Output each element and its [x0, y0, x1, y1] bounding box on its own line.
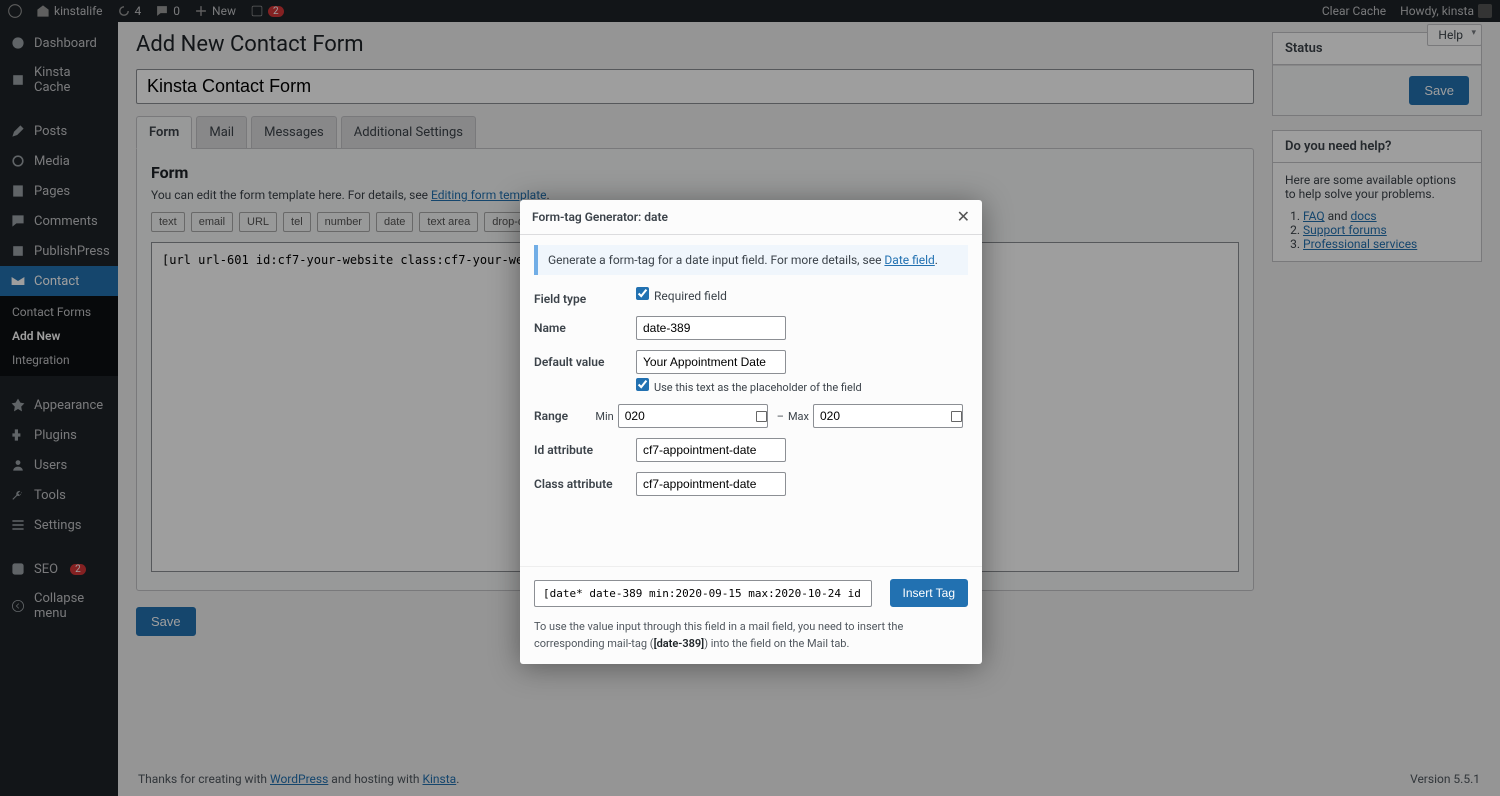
required-checkbox[interactable] — [636, 287, 649, 300]
required-text: Required field — [654, 289, 727, 303]
output-tag-input[interactable] — [534, 580, 872, 607]
date-field-link[interactable]: Date field — [884, 253, 934, 267]
id-input[interactable] — [636, 438, 786, 462]
max-label: Max — [788, 410, 809, 423]
dialog-footer-note: To use the value input through this fiel… — [520, 619, 982, 664]
min-date-input[interactable] — [618, 404, 768, 428]
placeholder-checkbox-label[interactable]: Use this text as the placeholder of the … — [636, 381, 862, 394]
dialog-info: Generate a form-tag for a date input fie… — [534, 245, 968, 275]
label-name: Name — [534, 316, 636, 335]
calendar-icon[interactable] — [951, 411, 962, 422]
dialog-title: Form-tag Generator: date — [532, 210, 668, 224]
label-default: Default value — [534, 350, 636, 369]
placeholder-text: Use this text as the placeholder of the … — [654, 381, 862, 394]
calendar-icon[interactable] — [756, 411, 767, 422]
insert-tag-button[interactable]: Insert Tag — [890, 579, 968, 607]
placeholder-checkbox[interactable] — [636, 378, 649, 391]
min-label: Min — [595, 410, 613, 423]
required-checkbox-label[interactable]: Required field — [636, 289, 727, 303]
max-date-input[interactable] — [813, 404, 963, 428]
form-tag-dialog: Form-tag Generator: date ✕ Generate a fo… — [520, 200, 982, 664]
label-range: Range — [534, 404, 595, 423]
name-input[interactable] — [636, 316, 786, 340]
default-input[interactable] — [636, 350, 786, 374]
label-field-type: Field type — [534, 287, 636, 306]
label-class: Class attribute — [534, 472, 636, 491]
label-id: Id attribute — [534, 438, 636, 457]
class-input[interactable] — [636, 472, 786, 496]
close-icon[interactable]: ✕ — [957, 207, 970, 227]
